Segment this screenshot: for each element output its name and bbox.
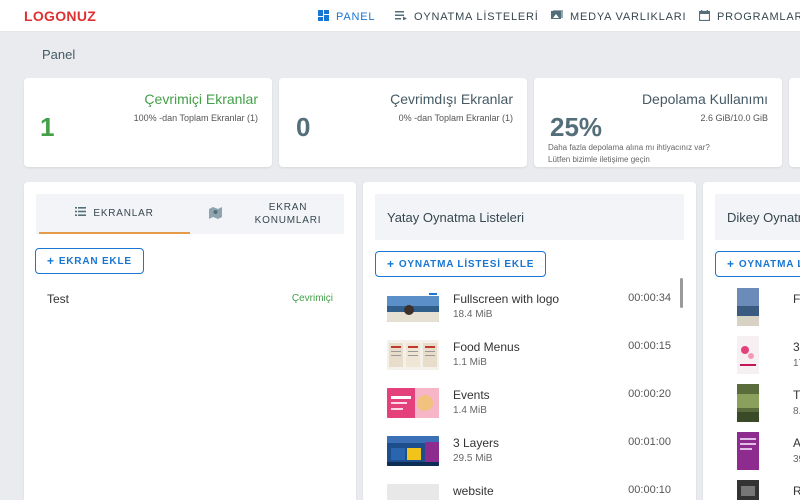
vertical-playlist-thumbnail	[737, 336, 759, 374]
calendar-icon	[698, 10, 711, 24]
offline-screens-count: 0	[296, 112, 311, 142]
playlist-thumbnail	[387, 388, 439, 418]
vertical-playlist-item[interactable]: R	[737, 480, 800, 500]
media-icon	[551, 10, 563, 23]
top-bar: LOGONUZ PANEL OYNATMA LİSTELERİ MEDYA VA…	[0, 0, 800, 32]
playlist-size: 1.4 MiB	[453, 405, 487, 416]
vertical-playlist-title: Ti	[793, 388, 800, 402]
nav-panel[interactable]: PANEL	[318, 10, 375, 24]
playlist-title: Events	[453, 388, 490, 402]
vertical-playlist-title: 3	[793, 340, 800, 354]
vertical-playlists-title: Dikey Oynatma Listeleri	[715, 194, 800, 240]
online-screens-title: Çevrimiçi Ekranlar	[144, 91, 258, 107]
nav-playlists-label: OYNATMA LİSTELERİ	[414, 10, 539, 23]
nav-schedules-label: PROGRAMLAR	[717, 11, 800, 23]
horizontal-playlists-panel: Yatay Oynatma Listeleri + OYNATMA LİSTES…	[363, 182, 696, 500]
playlist-item[interactable]: 3 Layers 29.5 MiB 00:01:00	[387, 432, 671, 476]
online-screens-subtitle: 100% -dan Toplam Ekranlar (1)	[133, 113, 258, 123]
nav-media-label: MEDYA VARLIKLARI	[570, 10, 687, 23]
screens-panel: EKRANLAR EKRAN KONUMLARI + EKRAN EKLE Te…	[24, 182, 356, 500]
vertical-playlist-size: 39	[793, 454, 800, 465]
playlist-icon	[395, 10, 407, 23]
map-icon	[209, 206, 222, 222]
storage-note: Daha fazla depolama alına mı ihtiyacınız…	[548, 143, 710, 152]
screen-status: Çevrimiçi	[291, 293, 333, 304]
vertical-playlist-title: Fu	[793, 292, 800, 306]
contact-link[interactable]: Lütfen bizimle iletişime geçin	[548, 155, 650, 164]
vertical-playlist-thumbnail	[737, 480, 759, 500]
screen-row[interactable]: Test Çevrimiçi	[47, 292, 333, 310]
horizontal-playlists-title: Yatay Oynatma Listeleri	[375, 194, 684, 240]
playlist-duration: 00:00:15	[628, 340, 671, 352]
page-title: Panel	[42, 47, 76, 62]
logo[interactable]: LOGONUZ	[24, 8, 96, 24]
nav-playlists[interactable]: OYNATMA LİSTELERİ	[395, 10, 539, 23]
storage-usage-percent: 25%	[550, 112, 603, 142]
plus-icon: +	[727, 257, 735, 271]
vertical-playlist-thumbnail	[737, 432, 759, 470]
plus-icon: +	[47, 254, 55, 268]
vertical-playlist-item[interactable]: Fu	[737, 288, 800, 332]
add-vertical-playlist-button[interactable]: + OYNATMA LİSTESİ EKLE	[715, 251, 800, 277]
online-screens-count: 1	[40, 112, 55, 142]
playlist-size: 1.1 MiB	[453, 357, 487, 368]
playlist-thumbnail	[387, 436, 439, 466]
screens-tabs: EKRANLAR EKRAN KONUMLARI	[36, 194, 344, 234]
nav-schedules[interactable]: PROGRAMLAR	[698, 10, 800, 24]
playlist-duration: 00:00:20	[628, 388, 671, 400]
vertical-playlist-title: R	[793, 484, 800, 498]
vertical-playlist-size: 8.	[793, 406, 800, 417]
storage-usage-subtitle: 2.6 GiB/10.0 GiB	[700, 113, 768, 123]
tab-screen-locations-label: EKRAN KONUMLARI	[254, 202, 322, 226]
storage-usage-title: Depolama Kullanımı	[641, 91, 768, 107]
playlist-title: 3 Layers	[453, 436, 500, 450]
playlist-item[interactable]: Fullscreen with logo 18.4 MiB 00:00:34	[387, 288, 671, 332]
vertical-playlist-size: 17	[793, 358, 800, 369]
playlist-thumbnail	[387, 340, 439, 370]
playlist-title: Fullscreen with logo	[453, 292, 560, 306]
vertical-playlist-item[interactable]: Ti 8.	[737, 384, 800, 428]
offline-screens-title: Çevrimdışı Ekranlar	[390, 91, 513, 107]
playlist-duration: 00:01:00	[628, 436, 671, 448]
nav-panel-label: PANEL	[336, 11, 376, 23]
playlist-duration: 00:00:10	[628, 484, 671, 496]
add-screen-label: EKRAN EKLE	[58, 255, 132, 267]
dashboard-icon	[318, 10, 329, 24]
playlist-scrollbar-thumb[interactable]	[680, 278, 683, 308]
vertical-playlist-title: A	[793, 436, 800, 450]
offline-screens-card: Çevrimdışı Ekranlar 0% -dan Toplam Ekran…	[279, 78, 527, 167]
offline-screens-subtitle: 0% -dan Toplam Ekranlar (1)	[398, 113, 513, 123]
add-horizontal-playlist-button[interactable]: + OYNATMA LİSTESİ EKLE	[375, 251, 547, 277]
tab-screens-label: EKRANLAR	[93, 207, 154, 219]
vertical-playlists-panel: Dikey Oynatma Listeleri + OYNATMA LİSTES…	[703, 182, 800, 500]
extra-card	[789, 78, 800, 167]
storage-usage-card: Depolama Kullanımı 2.6 GiB/10.0 GiB 25% …	[534, 78, 782, 167]
playlist-size: 18.4 MiB	[453, 309, 493, 320]
vertical-playlist-item[interactable]: 3 17	[737, 336, 800, 380]
playlist-item[interactable]: website 00:00:10	[387, 480, 671, 500]
tab-screens[interactable]: EKRANLAR	[39, 194, 190, 234]
playlist-title: Food Menus	[453, 340, 520, 354]
playlist-thumbnail	[387, 484, 439, 500]
plus-icon: +	[387, 257, 395, 271]
playlist-scrollbar[interactable]	[680, 278, 686, 500]
playlist-title: website	[453, 484, 494, 498]
playlist-thumbnail	[387, 292, 439, 322]
list-icon	[75, 207, 87, 219]
tab-screen-locations[interactable]: EKRAN KONUMLARI	[193, 194, 344, 234]
playlist-duration: 00:00:34	[628, 292, 671, 304]
nav-media[interactable]: MEDYA VARLIKLARI	[551, 10, 686, 23]
playlist-size: 29.5 MiB	[453, 453, 493, 464]
vertical-playlist-thumbnail	[737, 384, 759, 422]
vertical-playlist-thumbnail	[737, 288, 759, 326]
vertical-playlist-item[interactable]: A 39	[737, 432, 800, 476]
playlist-item[interactable]: Food Menus 1.1 MiB 00:00:15	[387, 336, 671, 380]
add-horizontal-playlist-label: OYNATMA LİSTESİ EKLE	[398, 258, 535, 270]
add-screen-button[interactable]: + EKRAN EKLE	[35, 248, 144, 274]
screen-name: Test	[47, 292, 70, 306]
add-vertical-playlist-label: OYNATMA LİSTESİ EKLE	[738, 258, 800, 270]
online-screens-card: Çevrimiçi Ekranlar 100% -dan Toplam Ekra…	[24, 78, 272, 167]
playlist-item[interactable]: Events 1.4 MiB 00:00:20	[387, 384, 671, 428]
